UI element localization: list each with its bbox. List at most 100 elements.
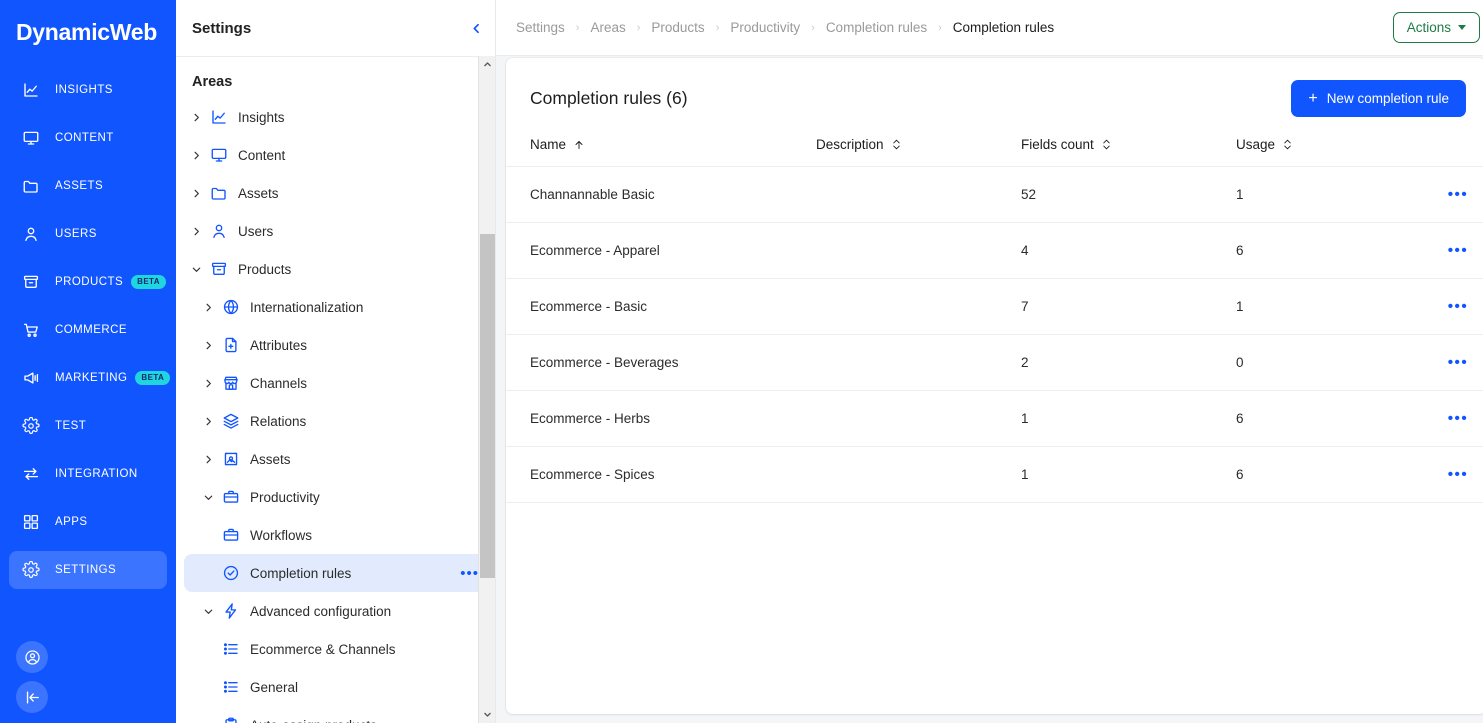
chevron-right-icon[interactable] — [200, 451, 216, 467]
chevron-down-icon — [1458, 25, 1466, 30]
cell-name: Channannable Basic — [506, 166, 816, 223]
cell-name: Ecommerce - Basic — [506, 278, 816, 335]
table-row[interactable]: Ecommerce - Herbs 1 6 ••• — [506, 390, 1483, 447]
breadcrumb-item-1[interactable]: Areas — [590, 20, 625, 35]
rail-item-apps[interactable]: APPS — [9, 503, 167, 541]
table-row[interactable]: Channannable Basic 52 1 ••• — [506, 166, 1483, 223]
tree-node-assets[interactable]: Assets — [184, 174, 487, 212]
list-icon — [222, 678, 240, 696]
rail-item-label: TEST — [55, 420, 87, 432]
megaphone-icon — [21, 368, 41, 388]
actions-button-label: Actions — [1406, 20, 1451, 35]
rail-item-label: COMMERCE — [55, 324, 127, 336]
cell-row-actions: ••• — [1426, 222, 1483, 279]
column-header-usage[interactable]: Usage — [1236, 131, 1426, 167]
tree-node-ecommerce-channels[interactable]: Ecommerce & Channels — [184, 630, 487, 668]
rail-item-test[interactable]: TEST — [9, 407, 167, 445]
ellipsis-icon[interactable]: ••• — [1448, 354, 1468, 371]
chevron-right-icon[interactable] — [200, 299, 216, 315]
sort-toggle-icon[interactable] — [891, 138, 902, 151]
tree-node-completion-rules[interactable]: Completion rules ••• — [184, 554, 487, 592]
breadcrumb-item-3[interactable]: Productivity — [730, 20, 800, 35]
cell-description — [816, 390, 1021, 447]
tree-node-workflows[interactable]: Workflows — [184, 516, 487, 554]
tree-node-assets[interactable]: Assets — [184, 440, 487, 478]
rail-item-products[interactable]: PRODUCTS BETA — [9, 263, 167, 301]
chevron-up-icon[interactable] — [479, 56, 496, 73]
rail-item-integration[interactable]: INTEGRATION — [9, 455, 167, 493]
rail-item-content[interactable]: CONTENT — [9, 119, 167, 157]
breadcrumb-item-0[interactable]: Settings — [516, 20, 565, 35]
column-header-fields-count[interactable]: Fields count — [1021, 131, 1236, 167]
tree-node-advanced-configuration[interactable]: Advanced configuration — [184, 592, 487, 630]
tree-node-attributes[interactable]: Attributes — [184, 326, 487, 364]
tree-node-general[interactable]: General — [184, 668, 487, 706]
breadcrumb-item-2[interactable]: Products — [651, 20, 704, 35]
chevron-left-icon[interactable] — [465, 17, 487, 39]
list-icon — [222, 640, 240, 658]
table-row[interactable]: Ecommerce - Spices 1 6 ••• — [506, 446, 1483, 503]
tree-node-insights[interactable]: Insights — [184, 98, 487, 136]
new-completion-rule-button[interactable]: + New completion rule — [1291, 80, 1466, 117]
chevron-down-icon[interactable] — [188, 261, 204, 277]
ellipsis-icon[interactable]: ••• — [460, 566, 479, 581]
tree-node-channels[interactable]: Channels — [184, 364, 487, 402]
breadcrumb-separator: › — [636, 21, 641, 34]
chevron-right-icon[interactable] — [200, 413, 216, 429]
rail-item-assets[interactable]: ASSETS — [9, 167, 167, 205]
rail-item-settings[interactable]: SETTINGS — [9, 551, 167, 589]
column-header-name[interactable]: Name — [506, 131, 816, 167]
table-row[interactable]: Ecommerce - Apparel 4 6 ••• — [506, 222, 1483, 279]
user-icon — [21, 224, 41, 244]
ellipsis-icon[interactable]: ••• — [1448, 186, 1468, 203]
actions-button[interactable]: Actions — [1392, 12, 1480, 43]
ellipsis-icon[interactable]: ••• — [1448, 242, 1468, 259]
rail-item-insights[interactable]: INSIGHTS — [9, 71, 167, 109]
chevron-right-icon[interactable] — [200, 375, 216, 391]
sort-ascending-icon[interactable] — [573, 139, 585, 151]
chevron-right-icon[interactable] — [188, 147, 204, 163]
exchange-icon — [21, 464, 41, 484]
table-row[interactable]: Ecommerce - Basic 7 1 ••• — [506, 278, 1483, 335]
beta-badge: BETA — [131, 274, 166, 290]
rail-item-marketing[interactable]: MARKETING BETA — [9, 359, 171, 397]
chevron-right-icon[interactable] — [188, 109, 204, 125]
tree-node-label: Assets — [238, 185, 279, 201]
rail-item-users[interactable]: USERS — [9, 215, 167, 253]
chevron-right-icon[interactable] — [188, 223, 204, 239]
monitor-icon — [21, 128, 41, 148]
tree-node-productivity[interactable]: Productivity — [184, 478, 487, 516]
tree-node-content[interactable]: Content — [184, 136, 487, 174]
completion-rules-card: Completion rules (6) + New completion ru… — [506, 58, 1483, 714]
sort-toggle-icon[interactable] — [1101, 138, 1112, 151]
tree-node-label: General — [250, 679, 299, 695]
sort-toggle-icon[interactable] — [1282, 138, 1293, 151]
breadcrumb-separator: › — [575, 21, 580, 34]
ellipsis-icon[interactable]: ••• — [1448, 466, 1468, 483]
check-circle-icon — [222, 564, 240, 582]
tree-node-auto-assign-products[interactable]: Auto-assign products — [184, 706, 487, 723]
ellipsis-icon[interactable]: ••• — [1448, 298, 1468, 315]
tree-node-products[interactable]: Products — [184, 250, 487, 288]
chevron-down-icon[interactable] — [479, 706, 496, 723]
collapse-left-icon[interactable] — [16, 681, 48, 713]
tree-scrollbar-thumb[interactable] — [480, 234, 495, 578]
tree-node-internationalization[interactable]: Internationalization — [184, 288, 487, 326]
tree-scrollbar[interactable] — [478, 56, 495, 723]
chevron-right-icon[interactable] — [188, 185, 204, 201]
tree-node-label: Channels — [250, 375, 308, 391]
table-row[interactable]: Ecommerce - Beverages 2 0 ••• — [506, 334, 1483, 391]
column-header-description[interactable]: Description — [816, 131, 1021, 167]
chevron-down-icon[interactable] — [200, 603, 216, 619]
rail-item-commerce[interactable]: COMMERCE — [9, 311, 167, 349]
chevron-right-icon[interactable] — [200, 337, 216, 353]
tree-node-label: Auto-assign products — [250, 718, 377, 723]
ellipsis-icon[interactable]: ••• — [1448, 410, 1468, 427]
tree-node-relations[interactable]: Relations — [184, 402, 487, 440]
breadcrumb-item-4[interactable]: Completion rules — [826, 20, 927, 35]
tree-node-users[interactable]: Users — [184, 212, 487, 250]
chevron-down-icon[interactable] — [200, 489, 216, 505]
account-circle-icon[interactable] — [16, 641, 48, 673]
content-area: Completion rules (6) + New completion ru… — [496, 56, 1483, 723]
box-icon — [21, 272, 41, 292]
